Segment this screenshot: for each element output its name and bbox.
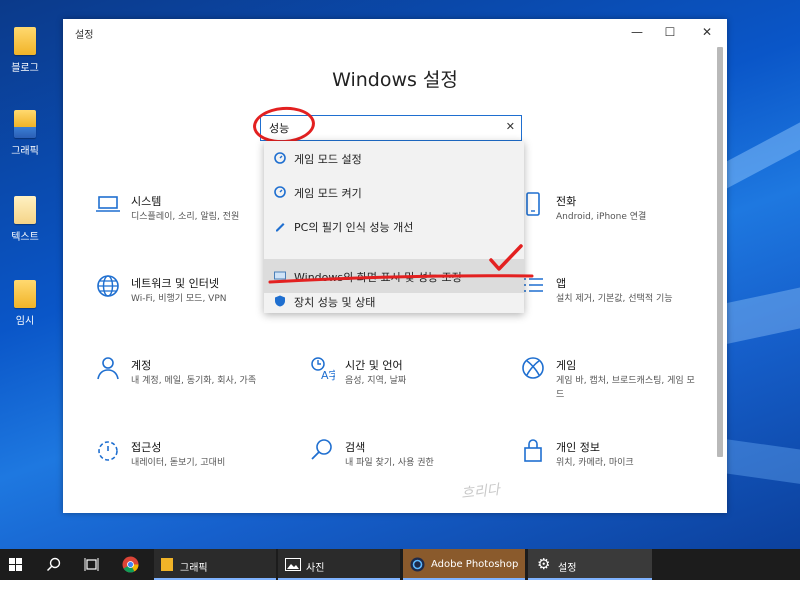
suggestion-game-mode-on[interactable]: 게임 모드 켜기 xyxy=(264,175,524,209)
tile-title: 전화 xyxy=(556,195,577,208)
start-button[interactable] xyxy=(0,549,30,580)
language-icon: A字 xyxy=(311,357,335,381)
bottom-margin xyxy=(0,580,800,599)
desktop-icon-label: 블로그 xyxy=(11,63,39,74)
folder-icon xyxy=(14,196,36,224)
search-icon xyxy=(46,557,61,572)
taskbar-label: Adobe Photoshop xyxy=(431,559,519,570)
tile-ease-of-access[interactable]: 접근성 내레이터, 돋보기, 고대비 xyxy=(95,437,295,487)
close-button[interactable]: ✕ xyxy=(694,23,720,41)
shield-icon xyxy=(275,295,285,307)
folder-icon xyxy=(161,558,173,571)
tile-title: 접근성 xyxy=(131,441,162,454)
suggestion-label: 게임 모드 설정 xyxy=(294,153,362,166)
tile-subtitle: Android, iPhone 연결 xyxy=(556,212,647,222)
tile-subtitle: 내 파일 찾기, 사용 권한 xyxy=(345,458,434,468)
suggestion-label: 장치 성능 및 상태 xyxy=(294,296,376,309)
laptop-icon xyxy=(96,196,120,212)
suggestion-device-health[interactable]: 장치 성능 및 상태 xyxy=(264,295,524,313)
taskbar-item-photos[interactable]: 사진 xyxy=(278,549,400,580)
tile-privacy[interactable]: 개인 정보 위치, 카메라, 마이크 xyxy=(520,437,720,487)
tile-apps[interactable]: 앱 설치 제거, 기본값, 선택적 기능 xyxy=(520,273,720,323)
window-title: 설정 xyxy=(75,30,94,41)
globe-icon xyxy=(97,275,119,297)
gear-icon: ⚙ xyxy=(537,555,551,573)
taskbar-item-graphics[interactable]: 그래픽 xyxy=(154,549,276,580)
taskbar-item-photoshop[interactable]: Adobe Photoshop xyxy=(403,549,525,580)
chrome-button[interactable] xyxy=(114,549,146,580)
suggestion-label: 게임 모드 켜기 xyxy=(294,187,362,200)
tile-title: 앱 xyxy=(556,277,567,290)
tile-accounts[interactable]: 계정 내 계정, 메일, 동기화, 회사, 가족 xyxy=(95,355,295,405)
pen-icon xyxy=(276,223,285,232)
game-mode-icon xyxy=(274,152,286,164)
tile-subtitle: Wi-Fi, 비행기 모드, VPN xyxy=(131,294,227,304)
tile-search[interactable]: 검색 내 파일 찾기, 사용 권한 xyxy=(309,437,509,487)
tile-subtitle: 디스플레이, 소리, 알림, 전원 xyxy=(131,212,240,222)
lock-icon xyxy=(524,439,542,462)
watermark: 흐리다 xyxy=(460,482,501,502)
chrome-icon xyxy=(122,556,139,573)
tile-subtitle: 내 계정, 메일, 동기화, 회사, 가족 xyxy=(131,376,257,386)
tile-title: 시간 및 언어 xyxy=(345,359,403,372)
task-view-icon xyxy=(84,558,99,571)
taskbar-item-settings[interactable]: ⚙ 설정 xyxy=(528,549,652,580)
taskbar: 그래픽 사진 Adobe Photoshop ⚙ 설정 xyxy=(0,549,800,580)
windows-logo-icon xyxy=(9,558,22,571)
tile-title: 개인 정보 xyxy=(556,441,600,454)
red-check-annotation xyxy=(489,244,523,271)
photo-icon xyxy=(285,558,301,571)
tile-subtitle: 음성, 지역, 날짜 xyxy=(345,376,407,386)
folder-icon xyxy=(14,110,36,138)
desktop-icon-label: 텍스트 xyxy=(11,232,39,243)
taskbar-label: 사진 xyxy=(306,563,325,574)
desktop-icon-temp[interactable]: 임시 xyxy=(0,280,50,327)
svg-text:A字: A字 xyxy=(321,368,335,381)
game-mode-icon xyxy=(274,186,286,198)
settings-window: 설정 — ☐ ✕ Windows 설정 ✕ 시스템 디스플레이, 소리, 알림,… xyxy=(63,19,727,513)
clear-search-icon[interactable]: ✕ xyxy=(506,120,515,133)
tile-title: 검색 xyxy=(345,441,366,454)
tile-subtitle: 설치 제거, 기본값, 선택적 기능 xyxy=(556,294,673,304)
page-title: Windows 설정 xyxy=(332,69,458,91)
task-view-button[interactable] xyxy=(76,549,106,580)
taskbar-search-button[interactable] xyxy=(38,549,68,580)
search-icon xyxy=(311,439,332,460)
tile-gaming[interactable]: 게임 게임 바, 캡처, 브로드캐스팅, 게임 모드 xyxy=(520,355,720,405)
tile-phone[interactable]: 전화 Android, iPhone 연결 xyxy=(520,191,720,241)
folder-icon xyxy=(14,280,36,308)
timer-icon xyxy=(98,441,118,461)
photoshop-icon xyxy=(410,557,425,572)
suggestion-handwriting[interactable]: PC의 필기 인식 성능 개선 xyxy=(264,209,524,243)
desktop-icon-graphics[interactable]: 그래픽 xyxy=(0,110,50,157)
tile-title: 시스템 xyxy=(131,195,162,208)
desktop-icon-label: 임시 xyxy=(15,316,35,327)
person-icon xyxy=(97,357,119,380)
xbox-icon xyxy=(522,357,544,379)
tile-title: 네트워크 및 인터넷 xyxy=(131,277,219,290)
desktop-icon-blog[interactable]: 블로그 xyxy=(0,27,50,74)
taskbar-label: 설정 xyxy=(558,563,577,574)
tile-time-language[interactable]: A字 시간 및 언어 음성, 지역, 날짜 xyxy=(309,355,509,405)
suggestion-label: PC의 필기 인식 성능 개선 xyxy=(294,221,414,234)
tile-title: 게임 xyxy=(556,359,577,372)
tile-title: 계정 xyxy=(131,359,152,372)
desktop-icon-label: 그래픽 xyxy=(11,146,39,157)
title-bar[interactable]: 설정 — ☐ ✕ xyxy=(63,19,727,45)
tile-subtitle: 위치, 카메라, 마이크 xyxy=(556,458,634,468)
minimize-button[interactable]: — xyxy=(624,23,650,41)
desktop: 블로그 그래픽 텍스트 임시 설정 — ☐ ✕ Windows 설정 ✕ 시스템… xyxy=(0,0,800,580)
folder-icon xyxy=(14,27,36,55)
tile-subtitle: 내레이터, 돋보기, 고대비 xyxy=(131,458,226,468)
maximize-button[interactable]: ☐ xyxy=(657,23,683,41)
taskbar-label: 그래픽 xyxy=(180,563,208,574)
search-suggestions: 게임 모드 설정 게임 모드 켜기 PC의 필기 인식 성능 개선 Window… xyxy=(264,141,524,313)
tile-subtitle: 게임 바, 캡처, 브로드캐스팅, 게임 모드 xyxy=(556,376,695,400)
red-underline-annotation xyxy=(268,274,534,284)
suggestion-game-mode-settings[interactable]: 게임 모드 설정 xyxy=(264,141,524,175)
desktop-icon-text[interactable]: 텍스트 xyxy=(0,196,50,243)
